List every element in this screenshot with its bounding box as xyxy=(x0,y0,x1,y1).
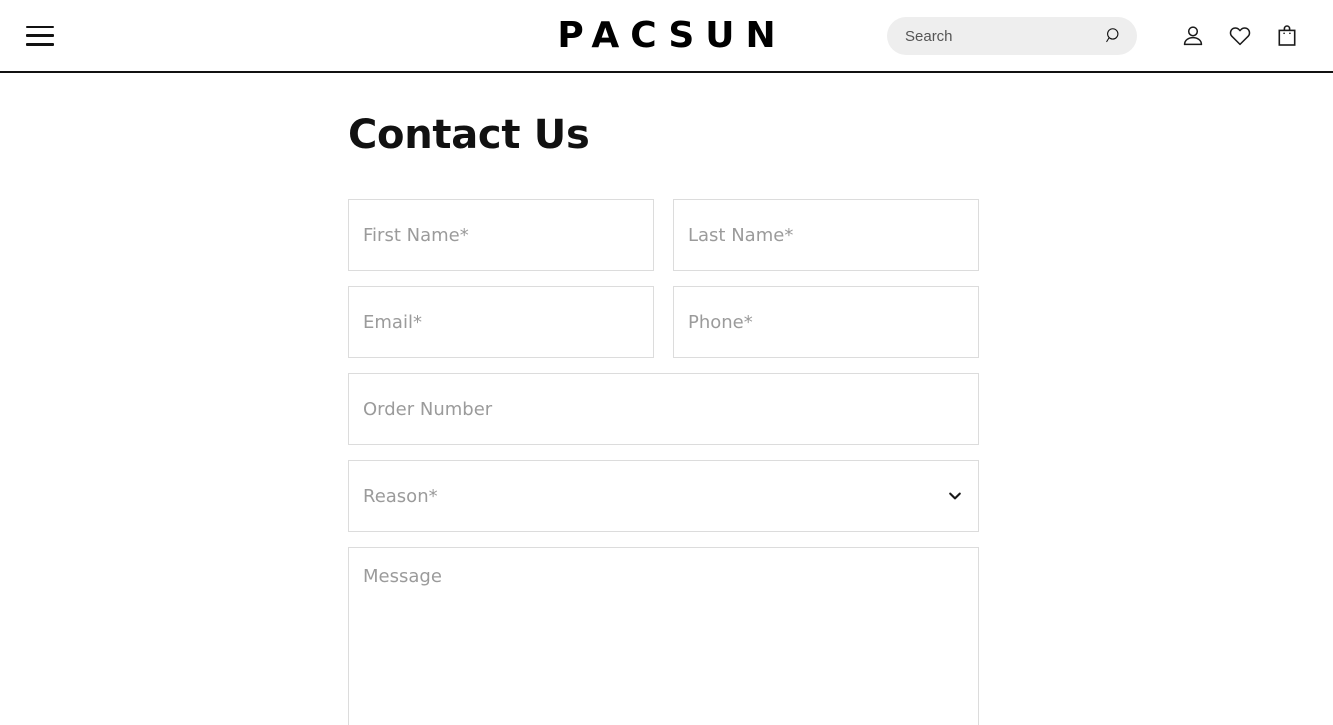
shopping-bag-icon[interactable] xyxy=(1275,24,1299,48)
brand-logo[interactable]: PACSUN xyxy=(546,17,786,54)
reason-select[interactable]: Reason* xyxy=(348,460,979,532)
contact-form: Reason* xyxy=(348,199,979,725)
email-input[interactable] xyxy=(348,286,654,358)
form-row-reason: Reason* xyxy=(348,460,979,532)
menu-bar-1 xyxy=(26,25,54,28)
account-icon[interactable] xyxy=(1181,24,1205,48)
content-column: Contact Us Reason* xyxy=(348,73,979,725)
phone-input[interactable] xyxy=(673,286,979,358)
menu-bar-3 xyxy=(26,43,54,46)
page-body: Contact Us Reason* xyxy=(0,73,1333,725)
form-row-contact xyxy=(348,286,979,358)
site-header: PACSUN xyxy=(0,0,1333,73)
wishlist-heart-icon[interactable] xyxy=(1228,24,1252,48)
hamburger-menu-icon[interactable] xyxy=(26,25,54,46)
header-icon-group xyxy=(1181,24,1299,48)
message-textarea[interactable] xyxy=(348,547,979,725)
search-icon[interactable] xyxy=(1104,26,1124,46)
menu-bar-2 xyxy=(26,34,54,37)
form-row-name xyxy=(348,199,979,271)
search-box[interactable] xyxy=(887,17,1137,55)
search-input[interactable] xyxy=(905,17,1104,55)
form-row-order xyxy=(348,373,979,445)
first-name-input[interactable] xyxy=(348,199,654,271)
reason-select-wrap[interactable]: Reason* xyxy=(348,460,979,532)
page-title: Contact Us xyxy=(348,112,590,158)
order-number-input[interactable] xyxy=(348,373,979,445)
form-row-message xyxy=(348,547,979,725)
last-name-input[interactable] xyxy=(673,199,979,271)
